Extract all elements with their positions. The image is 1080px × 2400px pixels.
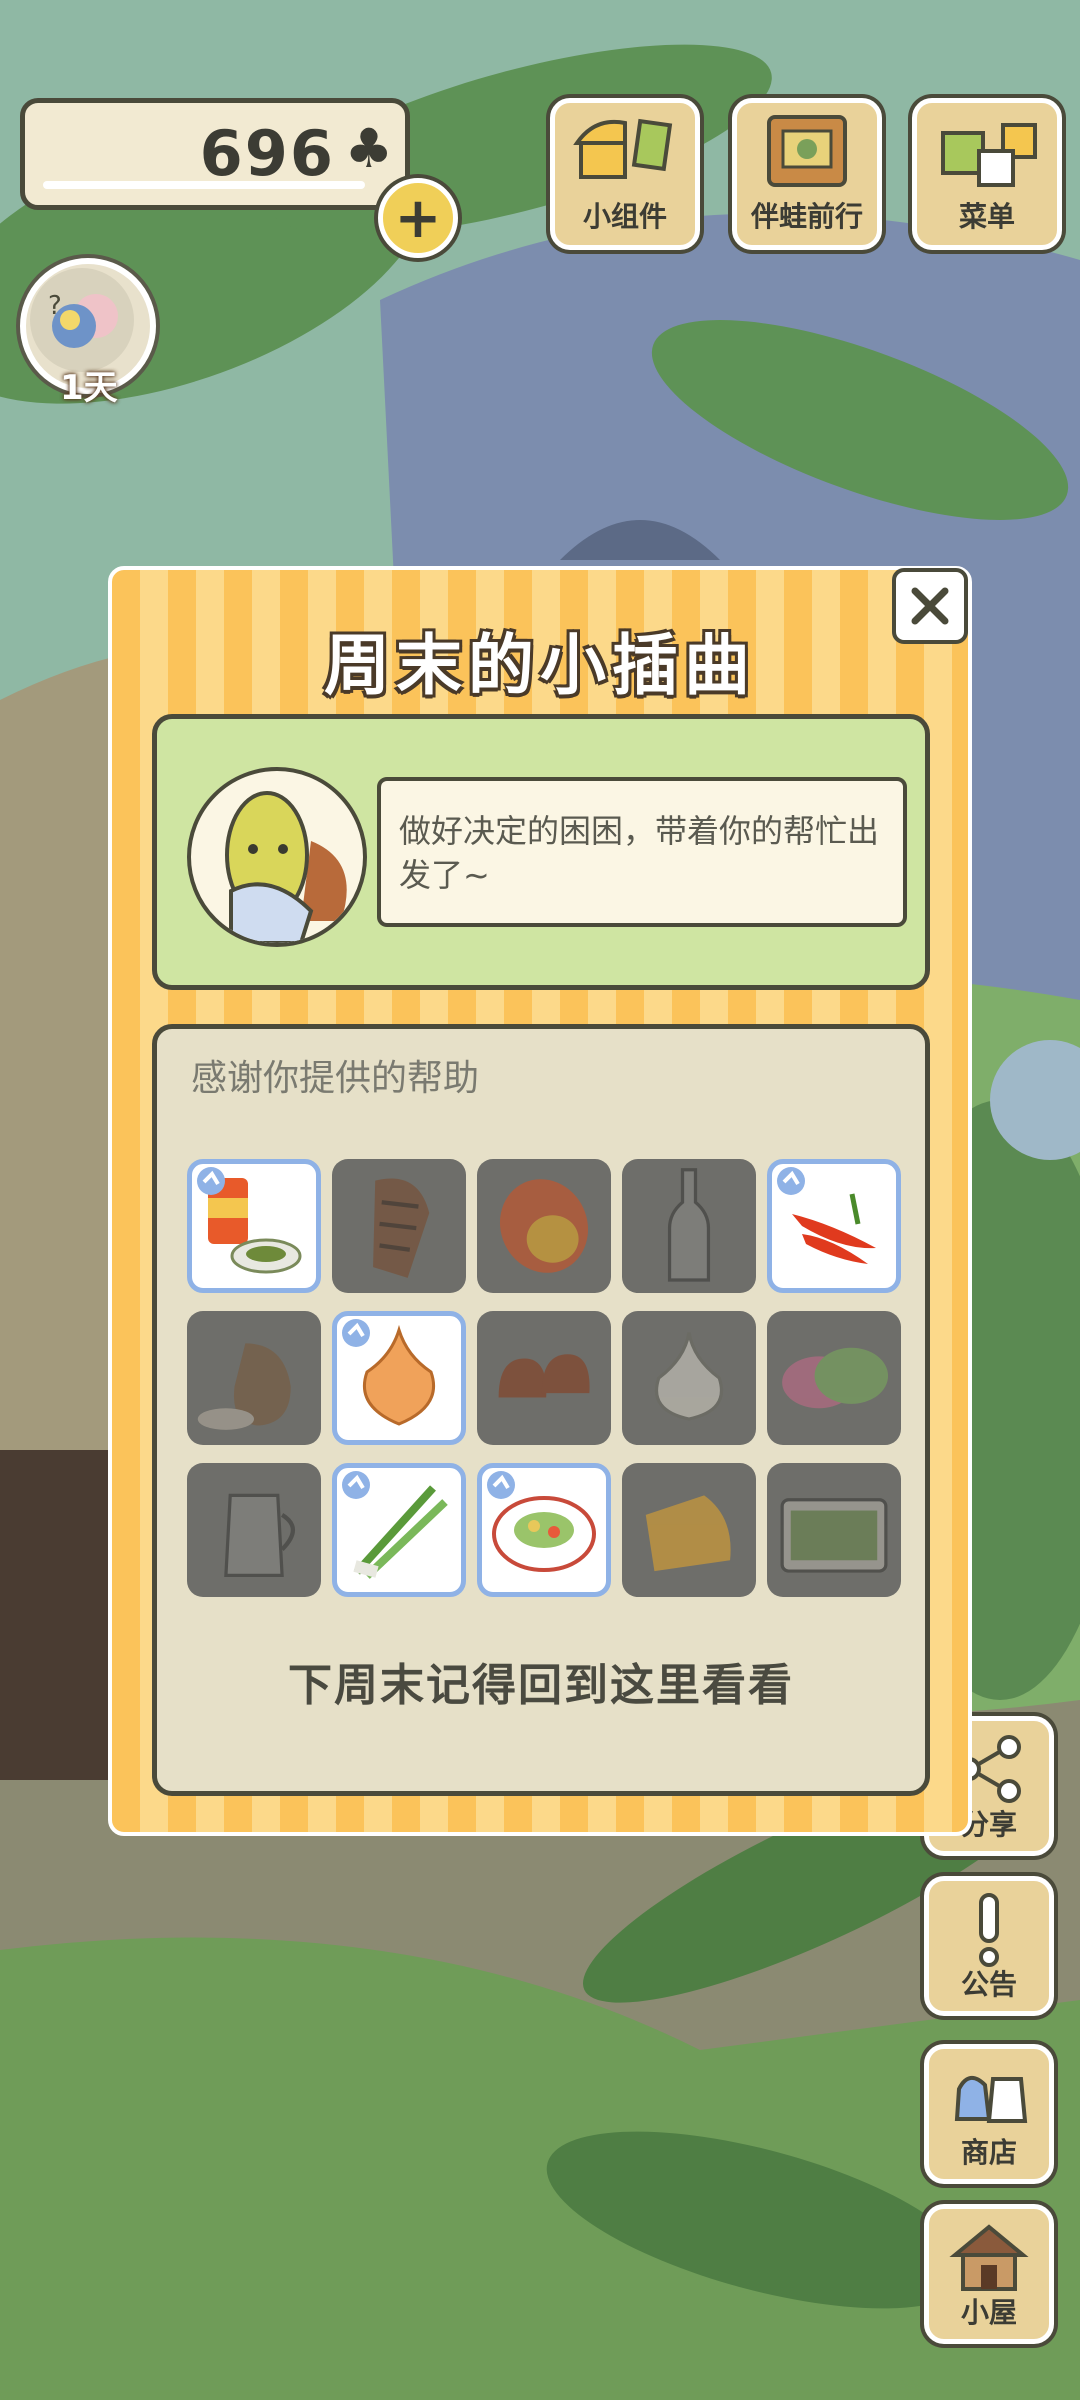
widget-icon (573, 118, 673, 179)
bottle-icon (667, 1168, 711, 1282)
rice-dumplings-icon (782, 1347, 889, 1409)
shop-button[interactable]: 商店 (924, 2044, 1054, 2184)
svg-text:?: ? (48, 291, 62, 321)
frog-companion-button[interactable]: 伴蛙前行 (732, 98, 882, 250)
garlic-icon (654, 1332, 724, 1421)
close-button[interactable] (892, 568, 968, 644)
notice-button-label: 公告 (960, 1968, 1017, 2001)
bento-box-icon (780, 1498, 888, 1573)
bird-character-icon (225, 791, 347, 943)
item-chili-peppers[interactable] (767, 1159, 901, 1293)
menu-icon (941, 123, 1037, 187)
menu-button[interactable]: 菜单 (912, 98, 1062, 250)
cheese-icon (645, 1495, 731, 1572)
clover-counter: 696 ♣ (20, 98, 410, 210)
item-chestnuts[interactable] (477, 1311, 611, 1445)
tap-hand-icon (197, 1167, 225, 1195)
item-green-onion[interactable] (332, 1463, 466, 1597)
notice-button[interactable]: 公告 (924, 1876, 1054, 2016)
tap-hand-icon (342, 1319, 370, 1347)
milk-jug-icon (224, 1493, 296, 1578)
item-garlic[interactable] (622, 1311, 756, 1445)
mango-icon (499, 1179, 589, 1273)
item-milk-jug[interactable] (187, 1463, 321, 1597)
story-panel: 做好决定的困困，带着你的帮忙出发了~ (152, 714, 930, 990)
item-pinecone[interactable] (332, 1159, 466, 1293)
frog-companion-icon (767, 115, 847, 187)
house-button[interactable]: 小屋 (924, 2204, 1054, 2344)
tap-hand-icon (342, 1471, 370, 1499)
pinecone-icon (373, 1178, 430, 1278)
menu-button-label: 菜单 (958, 200, 1015, 233)
tap-hand-icon (487, 1471, 515, 1499)
shop-button-label: 商店 (960, 2136, 1017, 2169)
clover-amount: 696 (199, 117, 335, 190)
character-portrait (187, 767, 367, 947)
chestnuts-icon (498, 1354, 590, 1398)
widget-button[interactable]: 小组件 (550, 98, 700, 250)
add-clover-button[interactable]: + (378, 178, 458, 258)
return-next-weekend-text: 下周末记得回到这里看看 (288, 1660, 794, 1711)
dialog-title: 周末的小插曲 (324, 627, 756, 704)
item-onion[interactable] (332, 1311, 466, 1445)
items-grid (187, 1159, 901, 1597)
item-salad-plate[interactable] (477, 1463, 611, 1597)
item-bento-box[interactable] (767, 1463, 901, 1597)
items-panel: 感谢你提供的帮助 下周末记得回到这里看看 (152, 1024, 930, 1796)
frog-companion-button-label: 伴蛙前行 (750, 200, 863, 233)
close-icon (911, 587, 949, 625)
item-cheese[interactable] (622, 1463, 756, 1597)
item-rice-dumplings[interactable] (767, 1311, 901, 1445)
item-bottle[interactable] (622, 1159, 756, 1293)
items-heading: 感谢你提供的帮助 (191, 1058, 480, 1099)
item-mango[interactable] (477, 1159, 611, 1293)
widget-button-label: 小组件 (582, 200, 667, 233)
day-label: 1天 (60, 368, 118, 408)
rice-sack-icon (197, 1343, 291, 1430)
story-text: 做好决定的困困，带着你的帮忙出发了~ (399, 812, 880, 894)
item-rice-sack[interactable] (187, 1311, 321, 1445)
story-speech-bubble: 做好决定的困困，带着你的帮忙出发了~ (377, 777, 907, 927)
item-canned-food[interactable] (187, 1159, 321, 1293)
house-button-label: 小屋 (960, 2296, 1017, 2329)
tap-hand-icon (777, 1167, 805, 1195)
clover-icon: ♣ (344, 117, 393, 180)
